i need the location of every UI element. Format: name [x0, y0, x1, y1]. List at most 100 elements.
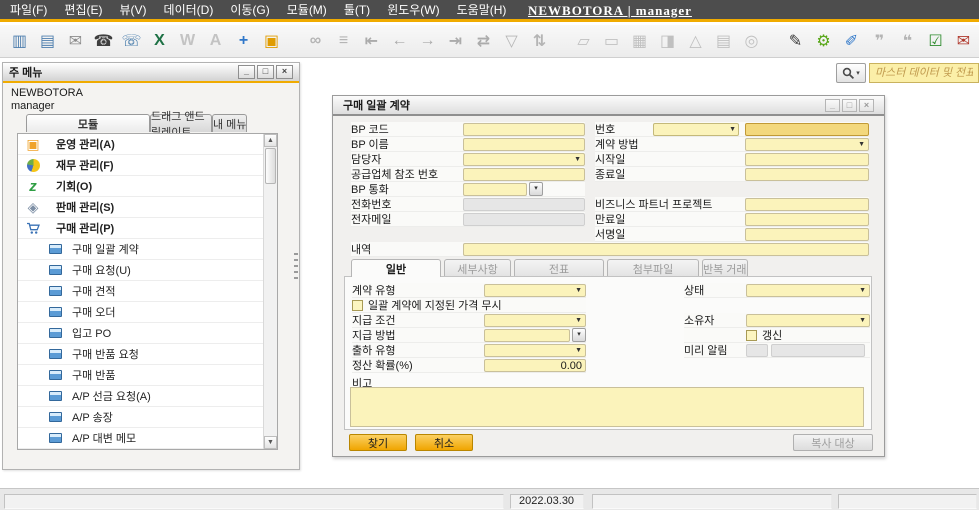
vendor-ref-no-input[interactable] — [463, 168, 585, 181]
export-pdf-icon[interactable]: A — [204, 29, 227, 53]
menu-item[interactable]: 뷰(V) — [119, 1, 146, 18]
description-input[interactable] — [463, 243, 869, 256]
gross-profit-icon[interactable]: ◨ — [656, 29, 679, 53]
checkbox[interactable] — [352, 300, 363, 311]
panel-tab[interactable]: 내 메뉴 — [212, 114, 247, 132]
export-excel-icon[interactable]: X — [148, 29, 171, 53]
tree-item[interactable]: 구매 견적 — [18, 281, 263, 302]
dropdown-button[interactable]: ▾ — [529, 182, 543, 196]
number-series-dropdown[interactable] — [653, 123, 739, 136]
menu-item[interactable]: 이동(G) — [230, 1, 269, 18]
menu-item[interactable]: 툴(T) — [344, 1, 370, 18]
document-number-input[interactable] — [745, 123, 869, 136]
print-icon[interactable]: ▤ — [36, 29, 59, 53]
tree-item[interactable]: A/P 선금 요청(A) — [18, 386, 263, 407]
tree-item[interactable]: 판매 관리(S) — [18, 197, 263, 218]
panel-resize-grip[interactable] — [294, 253, 298, 281]
search-input[interactable] — [869, 63, 979, 83]
find-button[interactable]: 찾기 — [349, 434, 407, 451]
scroll-thumb[interactable] — [265, 148, 276, 184]
minimize-icon[interactable]: _ — [238, 65, 255, 79]
tree-item[interactable]: 구매 관리(P) — [18, 218, 263, 239]
bp-project-input[interactable] — [745, 198, 869, 211]
email-input[interactable] — [463, 213, 585, 226]
sort-icon[interactable]: ⇅ — [528, 29, 551, 53]
close-icon[interactable]: × — [859, 99, 874, 112]
comment-icon[interactable]: ❞ — [868, 29, 891, 53]
form-tab[interactable]: 첨부파일 — [607, 259, 699, 277]
menu-item[interactable]: 데이터(D) — [164, 1, 214, 18]
reminder-unit-input[interactable] — [771, 344, 865, 357]
payment-method-input[interactable] — [484, 329, 570, 342]
bp-name-input[interactable] — [463, 138, 585, 151]
lock-screen-icon[interactable]: ▣ — [260, 29, 283, 53]
scroll-down-icon[interactable]: ▼ — [264, 436, 277, 449]
dropdown-button[interactable]: ▾ — [572, 328, 586, 342]
email-icon[interactable]: ✉ — [64, 29, 87, 53]
form-tab[interactable]: 전표 — [514, 259, 604, 277]
list-icon[interactable]: ≡ — [332, 29, 355, 53]
reminder-value-input[interactable] — [746, 344, 768, 357]
menu-item[interactable]: 파일(F) — [10, 1, 47, 18]
tree-item[interactable]: 재무 관리(F) — [18, 155, 263, 176]
contact-person-dropdown[interactable] — [463, 153, 585, 166]
payment-terms-dropdown[interactable] — [484, 314, 586, 327]
status-dropdown[interactable] — [746, 284, 870, 297]
end-date-input[interactable] — [745, 168, 869, 181]
messages-icon[interactable]: ✉ — [952, 29, 975, 53]
tree-item[interactable]: 구매 요청(U) — [18, 260, 263, 281]
last-record-icon[interactable]: ⇥ — [444, 29, 467, 53]
checkbox[interactable] — [746, 330, 757, 341]
base-document-icon[interactable]: ▤ — [712, 29, 735, 53]
previous-record-icon[interactable]: ← — [388, 29, 411, 53]
tree-item[interactable]: A/P 대변 메모 — [18, 428, 263, 449]
form-tab[interactable]: 반복 거래 — [702, 259, 748, 277]
termination-date-input[interactable] — [745, 213, 869, 226]
panel-tab[interactable]: 드래그 앤드 릴레이트 — [150, 114, 212, 132]
preview-icon[interactable]: ▥ — [8, 29, 31, 53]
payment-means-icon[interactable]: ▦ — [628, 29, 651, 53]
tree-item[interactable]: 구매 오더 — [18, 302, 263, 323]
panel-tab[interactable]: 모듈 — [26, 114, 150, 132]
remarks-textarea[interactable] — [350, 387, 864, 427]
tree-item[interactable]: 운영 관리(A) — [18, 134, 263, 155]
user-defined-fields-icon[interactable]: ⚙ — [812, 29, 835, 53]
tree-item[interactable]: 구매 일괄 계약 — [18, 239, 263, 260]
sms-icon[interactable]: ☎ — [92, 29, 115, 53]
next-record-icon[interactable]: → — [416, 29, 439, 53]
settlement-probability-input[interactable]: 0.00 — [484, 359, 586, 372]
tree-item[interactable]: 입고 PO — [18, 323, 263, 344]
tree-item[interactable]: 구매 반품 — [18, 365, 263, 386]
tree-item[interactable]: 기회(O) — [18, 176, 263, 197]
menu-item[interactable]: 모듈(M) — [287, 1, 327, 18]
menu-item[interactable]: 도움말(H) — [457, 1, 507, 18]
task-overview-icon[interactable]: ☑ — [924, 29, 947, 53]
navigate-arrows-icon[interactable]: + — [232, 29, 255, 53]
agreement-method-dropdown[interactable] — [745, 138, 869, 151]
form-tab[interactable]: 세부사항 — [444, 259, 511, 277]
cancel-button[interactable]: 취소 — [415, 434, 473, 451]
find-icon[interactable]: ∞ — [304, 29, 327, 53]
copy-from-icon[interactable]: ▭ — [600, 29, 623, 53]
agreement-type-dropdown[interactable] — [484, 284, 586, 297]
tree-scrollbar[interactable]: ▲ ▼ — [263, 134, 277, 449]
fax-icon[interactable]: ☏ — [120, 29, 143, 53]
query-icon[interactable]: ◎ — [740, 29, 763, 53]
filter-icon[interactable]: ▽ — [500, 29, 523, 53]
edit-icon[interactable]: ✎ — [784, 29, 807, 53]
volume-weight-icon[interactable]: △ — [684, 29, 707, 53]
refresh-record-icon[interactable]: ⇄ — [472, 29, 495, 53]
menu-item[interactable]: 윈도우(W) — [387, 1, 439, 18]
form-settings-icon[interactable]: ✐ — [840, 29, 863, 53]
phone-input[interactable] — [463, 198, 585, 211]
search-button[interactable]: ▾ — [836, 63, 866, 83]
menu-item[interactable]: 편집(E) — [64, 1, 102, 18]
tree-item[interactable]: A/P 송장 — [18, 407, 263, 428]
maximize-icon[interactable]: □ — [257, 65, 274, 79]
minimize-icon[interactable]: _ — [825, 99, 840, 112]
bp-code-input[interactable] — [463, 123, 585, 136]
shipping-type-dropdown[interactable] — [484, 344, 586, 357]
owner-dropdown[interactable] — [746, 314, 870, 327]
chat-icon[interactable]: ❝ — [896, 29, 919, 53]
signing-date-input[interactable] — [745, 228, 869, 241]
